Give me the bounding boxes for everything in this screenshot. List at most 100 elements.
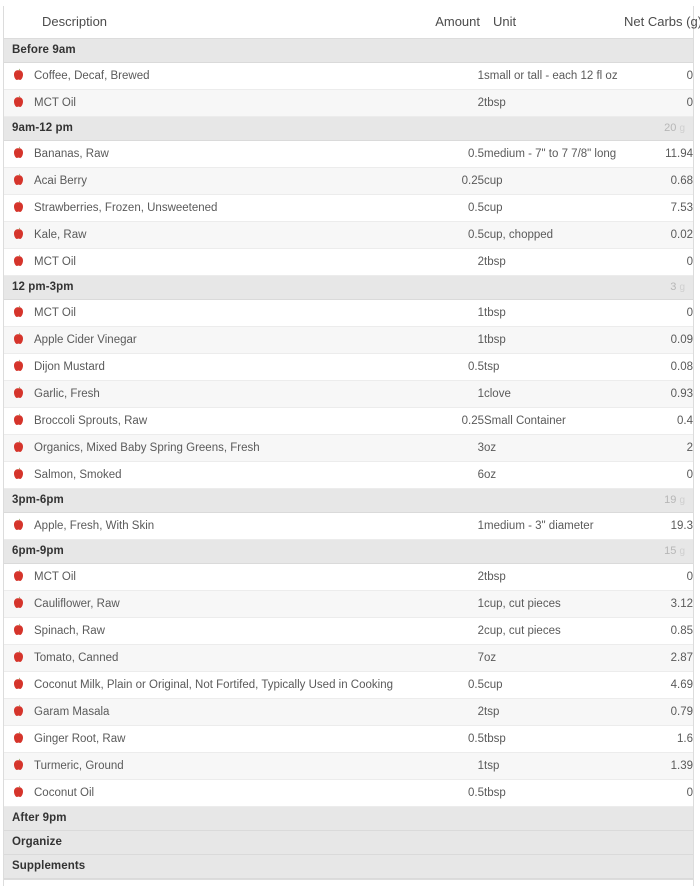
cell-amount[interactable]: 0.5 bbox=[424, 140, 484, 168]
section-header-row[interactable]: After 9pm bbox=[4, 806, 693, 831]
cell-amount[interactable]: 1 bbox=[424, 512, 484, 540]
table-row[interactable]: Kale, Raw 0.5 cup, chopped 0.02 bbox=[4, 221, 693, 249]
cell-unit[interactable]: tbsp bbox=[484, 563, 624, 591]
table-row[interactable]: Garlic, Fresh 1 clove 0.93 bbox=[4, 380, 693, 408]
cell-description[interactable]: Bananas, Raw bbox=[34, 140, 424, 168]
cell-description[interactable]: Garam Masala bbox=[34, 698, 424, 726]
cell-unit[interactable]: tbsp bbox=[484, 326, 624, 354]
cell-description[interactable]: Cauliflower, Raw bbox=[34, 590, 424, 618]
cell-description[interactable]: Salmon, Smoked bbox=[34, 461, 424, 489]
cell-description[interactable]: MCT Oil bbox=[34, 89, 424, 117]
cell-unit[interactable]: oz bbox=[484, 434, 624, 462]
table-row[interactable]: Ginger Root, Raw 0.5 tbsp 1.6 bbox=[4, 725, 693, 753]
cell-description[interactable]: MCT Oil bbox=[34, 299, 424, 327]
cell-amount[interactable]: 2 bbox=[424, 563, 484, 591]
column-header-net-carbs[interactable]: Net Carbs (g) bbox=[624, 6, 700, 39]
section-header-row[interactable]: 9am-12 pm 20 g bbox=[4, 116, 693, 141]
cell-amount[interactable]: 0.5 bbox=[424, 221, 484, 249]
cell-unit[interactable]: medium - 7" to 7 7/8" long bbox=[484, 140, 624, 168]
cell-unit[interactable]: oz bbox=[484, 644, 624, 672]
column-header-amount[interactable]: Amount bbox=[424, 6, 484, 39]
table-row[interactable]: Garam Masala 2 tsp 0.79 bbox=[4, 698, 693, 726]
cell-unit[interactable]: Small Container bbox=[484, 407, 624, 435]
cell-unit[interactable]: clove bbox=[484, 380, 624, 408]
cell-amount[interactable]: 3 bbox=[424, 434, 484, 462]
cell-unit[interactable]: cup bbox=[484, 167, 624, 195]
cell-unit[interactable]: tbsp bbox=[484, 725, 624, 753]
cell-description[interactable]: Broccoli Sprouts, Raw bbox=[34, 407, 424, 435]
cell-amount[interactable]: 0.5 bbox=[424, 353, 484, 381]
cell-description[interactable]: Dijon Mustard bbox=[34, 353, 424, 381]
cell-description[interactable]: Coffee, Decaf, Brewed bbox=[34, 62, 424, 90]
table-row[interactable]: Salmon, Smoked 6 oz 0 bbox=[4, 461, 693, 489]
cell-amount[interactable]: 2 bbox=[424, 89, 484, 117]
cell-unit[interactable]: cup bbox=[484, 671, 624, 699]
cell-unit[interactable]: tbsp bbox=[484, 299, 624, 327]
cell-description[interactable]: MCT Oil bbox=[34, 248, 424, 276]
cell-description[interactable]: Strawberries, Frozen, Unsweetened bbox=[34, 194, 424, 222]
cell-description[interactable]: Spinach, Raw bbox=[34, 617, 424, 645]
cell-unit[interactable]: cup, cut pieces bbox=[484, 617, 624, 645]
table-row[interactable]: MCT Oil 2 tbsp 0 bbox=[4, 563, 693, 591]
cell-description[interactable]: Coconut Oil bbox=[34, 779, 424, 807]
table-row[interactable]: Organics, Mixed Baby Spring Greens, Fres… bbox=[4, 434, 693, 462]
section-header-row[interactable]: 12 pm-3pm 3 g bbox=[4, 275, 693, 300]
cell-unit[interactable]: tsp bbox=[484, 752, 624, 780]
table-row[interactable]: Coconut Oil 0.5 tbsp 0 bbox=[4, 779, 693, 807]
cell-description[interactable]: Apple, Fresh, With Skin bbox=[34, 512, 424, 540]
cell-amount[interactable]: 0.5 bbox=[424, 779, 484, 807]
cell-description[interactable]: Garlic, Fresh bbox=[34, 380, 424, 408]
cell-amount[interactable]: 0.25 bbox=[424, 407, 484, 435]
cell-amount[interactable]: 1 bbox=[424, 380, 484, 408]
cell-amount[interactable]: 0.5 bbox=[424, 725, 484, 753]
cell-description[interactable]: Kale, Raw bbox=[34, 221, 424, 249]
cell-description[interactable]: Apple Cider Vinegar bbox=[34, 326, 424, 354]
cell-unit[interactable]: tbsp bbox=[484, 248, 624, 276]
section-header-row[interactable]: Before 9am bbox=[4, 38, 693, 63]
cell-amount[interactable]: 1 bbox=[424, 590, 484, 618]
table-row[interactable]: Coconut Milk, Plain or Original, Not For… bbox=[4, 671, 693, 699]
table-row[interactable]: Cauliflower, Raw 1 cup, cut pieces 3.12 bbox=[4, 590, 693, 618]
cell-amount[interactable]: 0.5 bbox=[424, 671, 484, 699]
cell-description[interactable]: Organics, Mixed Baby Spring Greens, Fres… bbox=[34, 434, 424, 462]
cell-unit[interactable]: cup bbox=[484, 194, 624, 222]
cell-unit[interactable]: oz bbox=[484, 461, 624, 489]
section-header-row[interactable]: 3pm-6pm 19 g bbox=[4, 488, 693, 513]
cell-amount[interactable]: 2 bbox=[424, 248, 484, 276]
table-row[interactable]: Coffee, Decaf, Brewed 1 small or tall - ea… bbox=[4, 62, 693, 90]
table-row[interactable]: Strawberries, Frozen, Unsweetened 0.5 cup 7… bbox=[4, 194, 693, 222]
cell-amount[interactable]: 1 bbox=[424, 752, 484, 780]
table-row[interactable]: MCT Oil 2 tbsp 0 bbox=[4, 89, 693, 117]
cell-amount[interactable]: 2 bbox=[424, 698, 484, 726]
cell-description[interactable]: Acai Berry bbox=[34, 167, 424, 195]
cell-unit[interactable]: small or tall - each 12 fl oz bbox=[484, 62, 624, 90]
section-header-row[interactable]: Supplements bbox=[4, 854, 693, 879]
table-row[interactable]: Dijon Mustard 0.5 tsp 0.08 bbox=[4, 353, 693, 381]
table-row[interactable]: Apple, Fresh, With Skin 1 medium - 3" diam… bbox=[4, 512, 693, 540]
section-header-row[interactable]: Organize bbox=[4, 830, 693, 855]
cell-amount[interactable]: 1 bbox=[424, 299, 484, 327]
column-header-description[interactable]: Description bbox=[34, 6, 424, 39]
cell-unit[interactable]: cup, chopped bbox=[484, 221, 624, 249]
cell-unit[interactable]: tsp bbox=[484, 353, 624, 381]
cell-description[interactable]: Tomato, Canned bbox=[34, 644, 424, 672]
cell-unit[interactable]: tbsp bbox=[484, 89, 624, 117]
table-row[interactable]: Broccoli Sprouts, Raw 0.25 Small Container… bbox=[4, 407, 693, 435]
table-row[interactable]: Tomato, Canned 7 oz 2.87 bbox=[4, 644, 693, 672]
table-row[interactable]: Bananas, Raw 0.5 medium - 7" to 7 7/8" lon… bbox=[4, 140, 693, 168]
cell-amount[interactable]: 6 bbox=[424, 461, 484, 489]
cell-amount[interactable]: 1 bbox=[424, 326, 484, 354]
cell-amount[interactable]: 2 bbox=[424, 617, 484, 645]
cell-amount[interactable]: 0.25 bbox=[424, 167, 484, 195]
cell-description[interactable]: Turmeric, Ground bbox=[34, 752, 424, 780]
cell-amount[interactable]: 7 bbox=[424, 644, 484, 672]
cell-description[interactable]: MCT Oil bbox=[34, 563, 424, 591]
table-row[interactable]: MCT Oil 2 tbsp 0 bbox=[4, 248, 693, 276]
cell-description[interactable]: Ginger Root, Raw bbox=[34, 725, 424, 753]
cell-unit[interactable]: cup, cut pieces bbox=[484, 590, 624, 618]
cell-amount[interactable]: 1 bbox=[424, 62, 484, 90]
column-header-unit[interactable]: Unit bbox=[484, 6, 624, 39]
cell-unit[interactable]: tbsp bbox=[484, 779, 624, 807]
table-row[interactable]: Turmeric, Ground 1 tsp 1.39 bbox=[4, 752, 693, 780]
cell-description[interactable]: Coconut Milk, Plain or Original, Not For… bbox=[34, 671, 424, 699]
